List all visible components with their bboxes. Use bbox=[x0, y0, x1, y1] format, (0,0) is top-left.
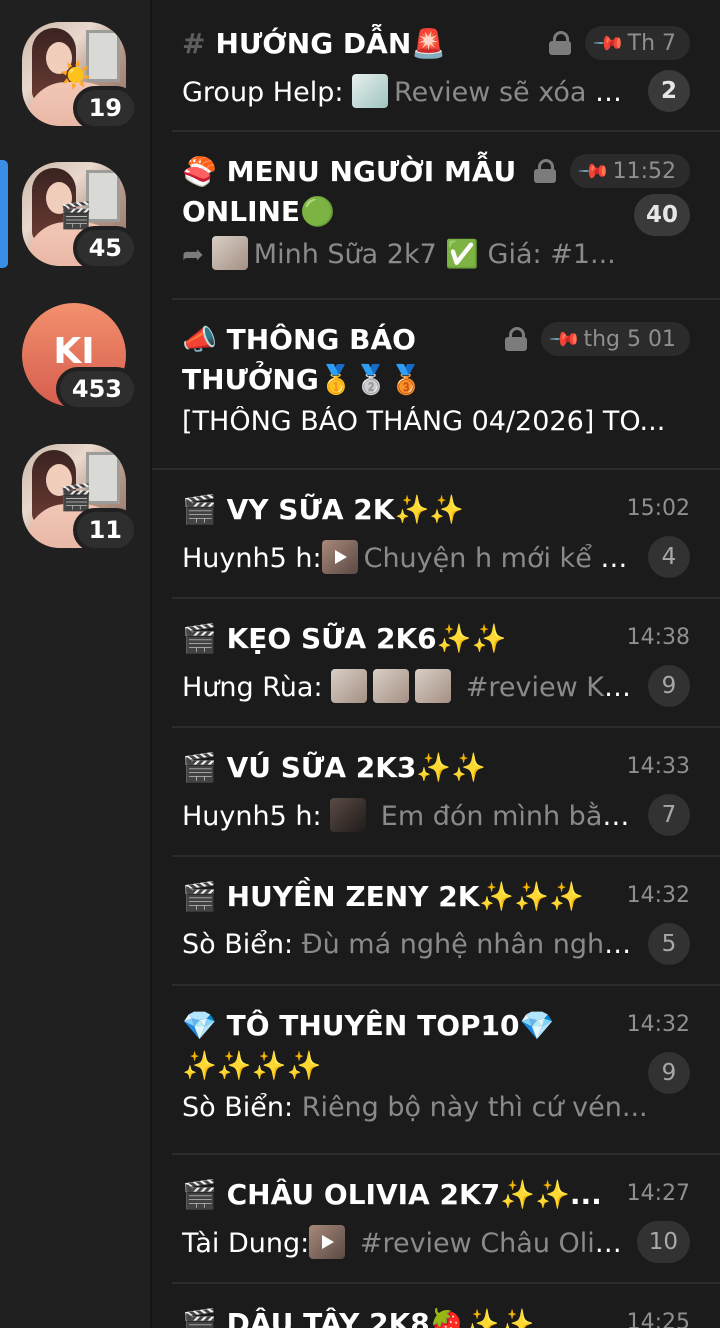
unread-count: 2 bbox=[648, 70, 690, 112]
media-thumbnail bbox=[331, 669, 368, 703]
chat-time: 14:33 bbox=[626, 754, 690, 779]
chat-preview: Tài Dung: #review Châu Oliv... bbox=[182, 1225, 623, 1259]
unread-badge: 45 bbox=[72, 226, 138, 270]
pinned-tag: 📌 Th 7 bbox=[584, 25, 690, 61]
chat-title: # HƯỚNG DẪN🚨 bbox=[182, 27, 447, 60]
folder-rail: ☀️ 19 🎬 45 KI 453 🎬 11 bbox=[0, 0, 152, 1328]
chat-row[interactable]: 🎬 VY SỮA 2K✨✨ 15:02 Huynh5 h: Chuyện h mớ… bbox=[152, 470, 720, 599]
unread-badge: 19 bbox=[72, 86, 138, 130]
chat-time: 11:52 bbox=[612, 158, 676, 184]
chat-time: 14:25 bbox=[626, 1310, 690, 1328]
chat-row[interactable]: 📣 THÔNG BÁO THƯỞNG🥇🥈🥉 📌 thg 5 01 [THÔNG B… bbox=[152, 300, 720, 470]
unread-badge: 453 bbox=[55, 367, 138, 411]
lock-icon bbox=[548, 31, 571, 55]
chat-title: 🎬 CHÂU OLIVIA 2K7✨✨... bbox=[182, 1178, 602, 1211]
unread-count: 40 bbox=[633, 194, 690, 236]
chat-preview: Hưng Rùa: #review Kẹo... bbox=[182, 669, 634, 703]
chat-preview: [THÔNG BÁO THÁNG 04/2026] TO... bbox=[182, 406, 666, 437]
chat-preview: Group Help: Review sẽ xóa c... bbox=[182, 74, 634, 108]
chat-row[interactable]: 🎬 DÂU TÂY 2K8🍓✨✨ 14:25 bbox=[152, 1284, 720, 1328]
pinned-tag: 📌 thg 5 01 bbox=[540, 321, 690, 357]
chat-time: thg 5 01 bbox=[583, 326, 676, 352]
rail-chat-3[interactable]: KI 453 bbox=[22, 303, 138, 411]
chat-title: 🎬 DÂU TÂY 2K8🍓✨✨ bbox=[182, 1307, 535, 1328]
chat-preview: Sò Biển: Riêng bộ này thì cứ vén... bbox=[182, 1092, 648, 1123]
chat-time: 14:27 bbox=[626, 1181, 690, 1206]
rail-chat-2[interactable]: 🎬 45 bbox=[22, 162, 138, 270]
unread-count: 9 bbox=[648, 1052, 690, 1094]
media-thumbnail bbox=[415, 669, 452, 703]
chat-time: 15:02 bbox=[626, 496, 690, 521]
chat-time: 14:38 bbox=[626, 625, 690, 650]
video-thumbnail bbox=[309, 1225, 346, 1259]
chat-row[interactable]: 💎 TÔ THUYÊN TOP10💎✨✨✨✨ 14:32 9 Sò Biển: … bbox=[152, 986, 720, 1155]
chat-row[interactable]: 🎬 HUYỀN ZENY 2K✨✨✨ 14:32 Sò Biển: Đù má … bbox=[152, 857, 720, 986]
unread-count: 7 bbox=[648, 794, 690, 836]
unread-count: 4 bbox=[648, 536, 690, 578]
chat-row[interactable]: 🎬 CHÂU OLIVIA 2K7✨✨... 14:27 Tài Dung: #… bbox=[152, 1155, 720, 1284]
unread-count: 5 bbox=[648, 923, 690, 965]
chat-row[interactable]: # HƯỚNG DẪN🚨 📌 Th 7 Group Help: Review sẽ … bbox=[152, 0, 720, 132]
chat-title: 🎬 HUYỀN ZENY 2K✨✨✨ bbox=[182, 880, 585, 913]
pin-icon: 📌 bbox=[591, 25, 627, 61]
video-thumbnail bbox=[321, 540, 358, 574]
chat-time: 14:32 bbox=[626, 883, 690, 908]
chat-preview: Huynh5 h: Em đón mình bằn... bbox=[182, 798, 634, 832]
chat-time: 14:32 bbox=[626, 1012, 690, 1037]
media-thumbnail bbox=[211, 236, 248, 270]
chat-preview: Sò Biển: Đù má nghệ nhân nghệ... bbox=[182, 928, 634, 960]
pin-icon: 📌 bbox=[576, 153, 612, 189]
forward-icon: ➦ bbox=[182, 240, 204, 270]
media-thumbnail bbox=[330, 798, 367, 832]
pin-icon: 📌 bbox=[547, 321, 583, 357]
chat-title: 💎 TÔ THUYÊN TOP10💎✨✨✨✨ bbox=[182, 1009, 555, 1082]
chat-preview: Huynh5 h: Chuyện h mới kể b... bbox=[182, 540, 634, 574]
lock-icon bbox=[504, 327, 527, 351]
rail-chat-1[interactable]: ☀️ 19 bbox=[22, 22, 138, 130]
lock-icon bbox=[533, 159, 556, 183]
chat-list-body: 🍣 MENU NGƯỜI MẪU ONLINE🟢 📌 11:52 40 ➦ Minh… bbox=[152, 132, 720, 1328]
chat-row[interactable]: 🎬 KẸO SỮA 2K6✨✨ 14:38 Hưng Rùa: #review … bbox=[152, 599, 720, 728]
chat-title: 🎬 KẸO SỮA 2K6✨✨ bbox=[182, 622, 507, 655]
media-thumbnail bbox=[352, 74, 389, 108]
chat-time: Th 7 bbox=[627, 30, 676, 56]
chat-title: 🎬 VY SỮA 2K✨✨ bbox=[182, 493, 465, 526]
chat-title: 🎬 VÚ SỮA 2K3✨✨ bbox=[182, 751, 487, 784]
chat-title: 🍣 MENU NGƯỜI MẪU ONLINE🟢 bbox=[182, 155, 517, 228]
unread-badge: 11 bbox=[72, 508, 138, 552]
avatar-initials: KI bbox=[53, 330, 95, 372]
chat-preview: ➦ Minh Sữa 2k7 ✅ Giá: #1... bbox=[182, 236, 690, 270]
hashtag-icon: # bbox=[182, 27, 206, 60]
media-thumbnail bbox=[373, 669, 410, 703]
unread-count: 10 bbox=[636, 1221, 690, 1263]
active-folder-indicator bbox=[0, 160, 8, 268]
chat-title: 📣 THÔNG BÁO THƯỞNG🥇🥈🥉 bbox=[182, 323, 424, 396]
pinned-tag: 📌 11:52 bbox=[569, 153, 690, 189]
chat-row[interactable]: 🍣 MENU NGƯỜI MẪU ONLINE🟢 📌 11:52 40 ➦ Minh… bbox=[152, 132, 720, 300]
rail-chat-4[interactable]: 🎬 11 bbox=[22, 444, 138, 552]
chat-row[interactable]: 🎬 VÚ SỮA 2K3✨✨ 14:33 Huynh5 h: Em đón mì… bbox=[152, 728, 720, 857]
unread-count: 9 bbox=[648, 665, 690, 707]
